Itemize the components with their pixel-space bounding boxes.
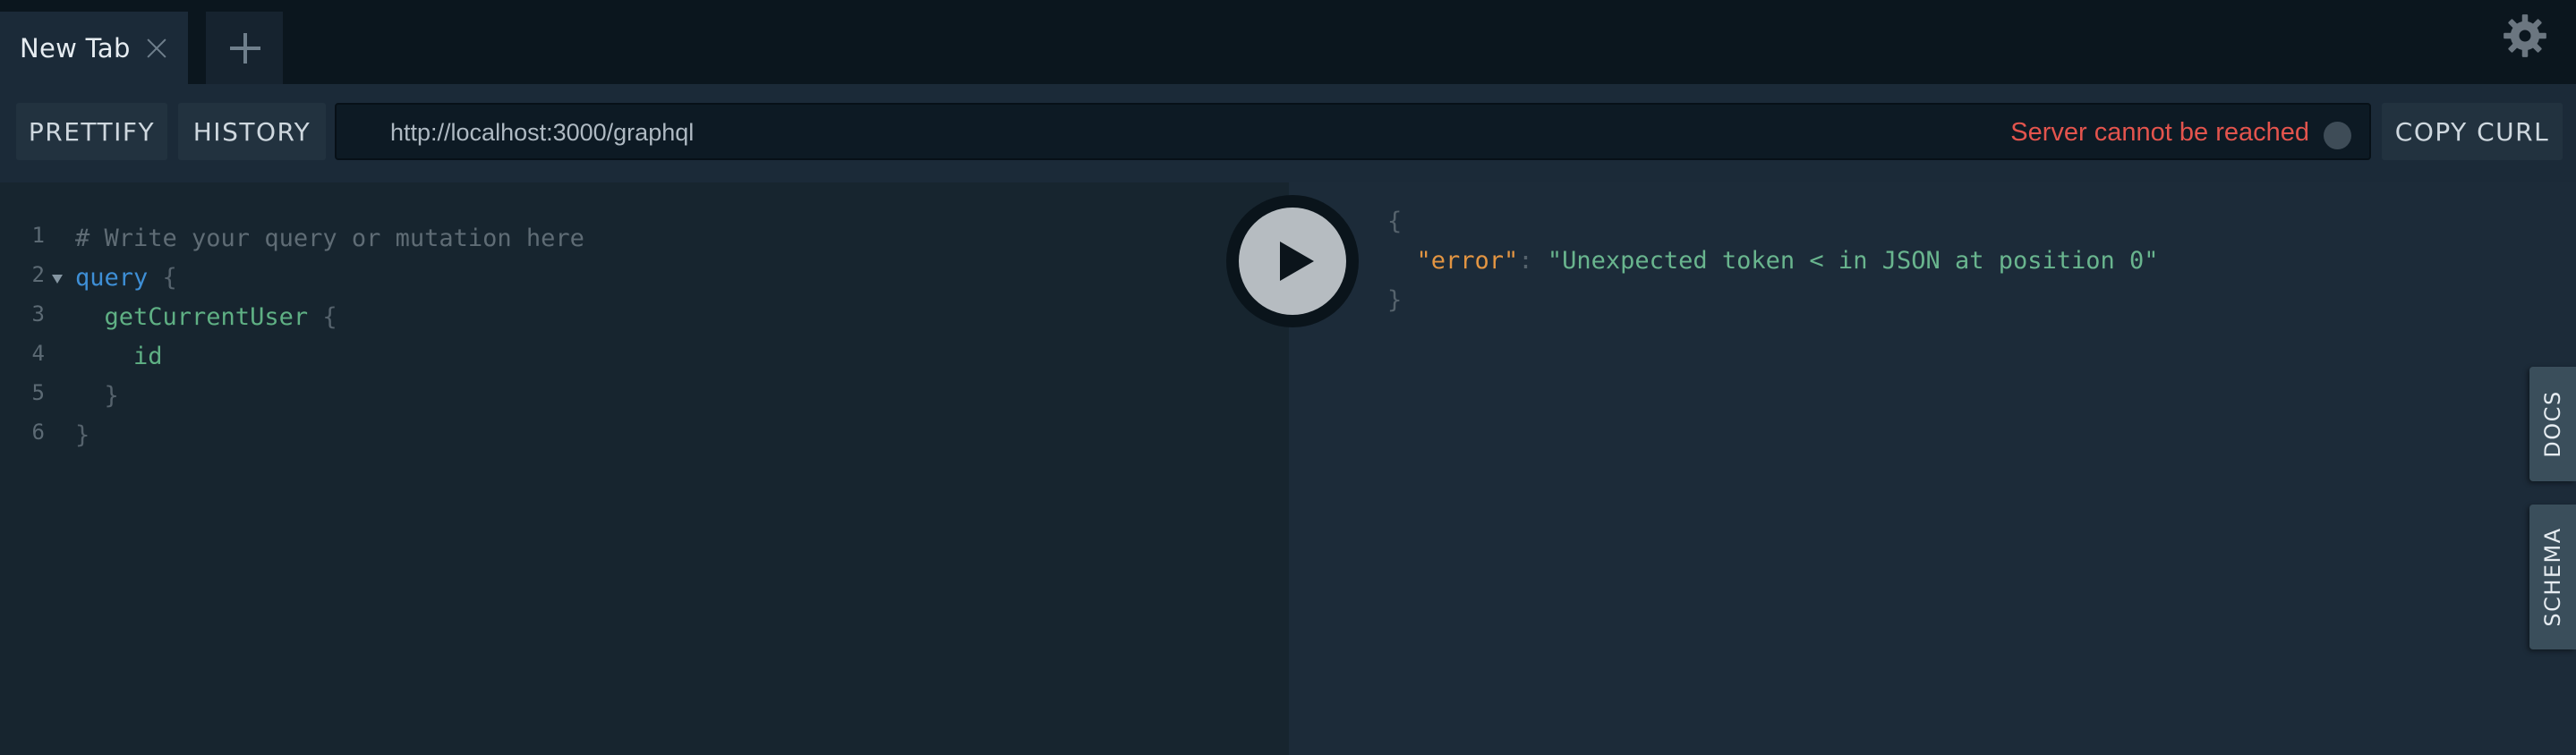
server-status-text: Server cannot be reached <box>2010 118 2309 147</box>
docs-tab[interactable]: DOCS <box>2529 367 2576 481</box>
json-brace: } <box>1387 286 1403 314</box>
editor-line: 6 } <box>0 420 1253 459</box>
endpoint-url[interactable]: http://localhost:3000/graphql <box>390 119 694 147</box>
toolbar: PRETTIFY HISTORY http://localhost:3000/g… <box>0 84 2576 182</box>
line-number: 2 <box>31 262 45 287</box>
editor-line: 3 getCurrentUser { <box>0 301 1253 341</box>
docs-tab-label: DOCS <box>2540 390 2565 458</box>
tab-new-tab[interactable]: New Tab <box>0 12 188 84</box>
play-icon[interactable] <box>1280 242 1314 281</box>
result-line: } <box>1387 286 1402 314</box>
line-number: 3 <box>31 301 45 327</box>
code-text: } <box>75 421 90 449</box>
schema-tab[interactable]: SCHEMA <box>2529 505 2576 649</box>
status-indicator-icon <box>2324 122 2351 149</box>
code-punct: } <box>75 421 90 449</box>
copy-curl-button[interactable]: COPY CURL <box>2382 103 2563 160</box>
schema-tab-label: SCHEMA <box>2540 527 2565 627</box>
result-line: "error": "Unexpected token < in JSON at … <box>1387 247 2159 275</box>
gear-icon[interactable] <box>2502 13 2548 59</box>
editor-line: 2 query { <box>0 262 1253 301</box>
line-number: 4 <box>31 341 45 366</box>
prettify-button[interactable]: PRETTIFY <box>16 103 167 160</box>
close-icon[interactable] <box>145 37 168 60</box>
tab-bar: New Tab <box>0 0 2576 84</box>
history-button[interactable]: HISTORY <box>178 103 326 160</box>
code-field: id <box>75 343 163 370</box>
line-number: 6 <box>31 420 45 445</box>
json-key: "error" <box>1416 247 1519 275</box>
result-pane: { "error": "Unexpected token < in JSON a… <box>1289 182 2576 755</box>
editor-line: 4 id <box>0 341 1253 380</box>
result-line: { <box>1387 208 1402 235</box>
code-comment: # Write your query or mutation here <box>75 225 584 252</box>
code-field: getCurrentUser <box>75 303 309 331</box>
editor-line: 1 # Write your query or mutation here <box>0 223 1253 262</box>
line-number: 1 <box>31 223 45 248</box>
code-punct: { <box>308 303 337 331</box>
code-punct: { <box>148 264 177 292</box>
code-text: } <box>75 382 119 410</box>
add-tab-button[interactable] <box>206 12 283 84</box>
line-number: 5 <box>31 380 45 405</box>
code-keyword: query <box>75 264 149 292</box>
code-text: query { <box>75 264 177 292</box>
json-brace: { <box>1387 208 1403 235</box>
json-string-value: "Unexpected token < in JSON at position … <box>1547 247 2159 275</box>
fold-arrow-icon[interactable] <box>52 275 63 284</box>
json-colon: : <box>1518 247 1548 275</box>
code-punct: } <box>75 382 119 410</box>
code-text: getCurrentUser { <box>75 303 337 331</box>
endpoint-input[interactable]: http://localhost:3000/graphql Server can… <box>335 103 2371 160</box>
tab-title: New Tab <box>20 32 131 64</box>
query-editor[interactable]: 1 # Write your query or mutation here 2 … <box>0 182 1289 755</box>
code-text: # Write your query or mutation here <box>75 225 584 252</box>
editor-line: 5 } <box>0 380 1253 420</box>
code-text: id <box>75 343 163 370</box>
